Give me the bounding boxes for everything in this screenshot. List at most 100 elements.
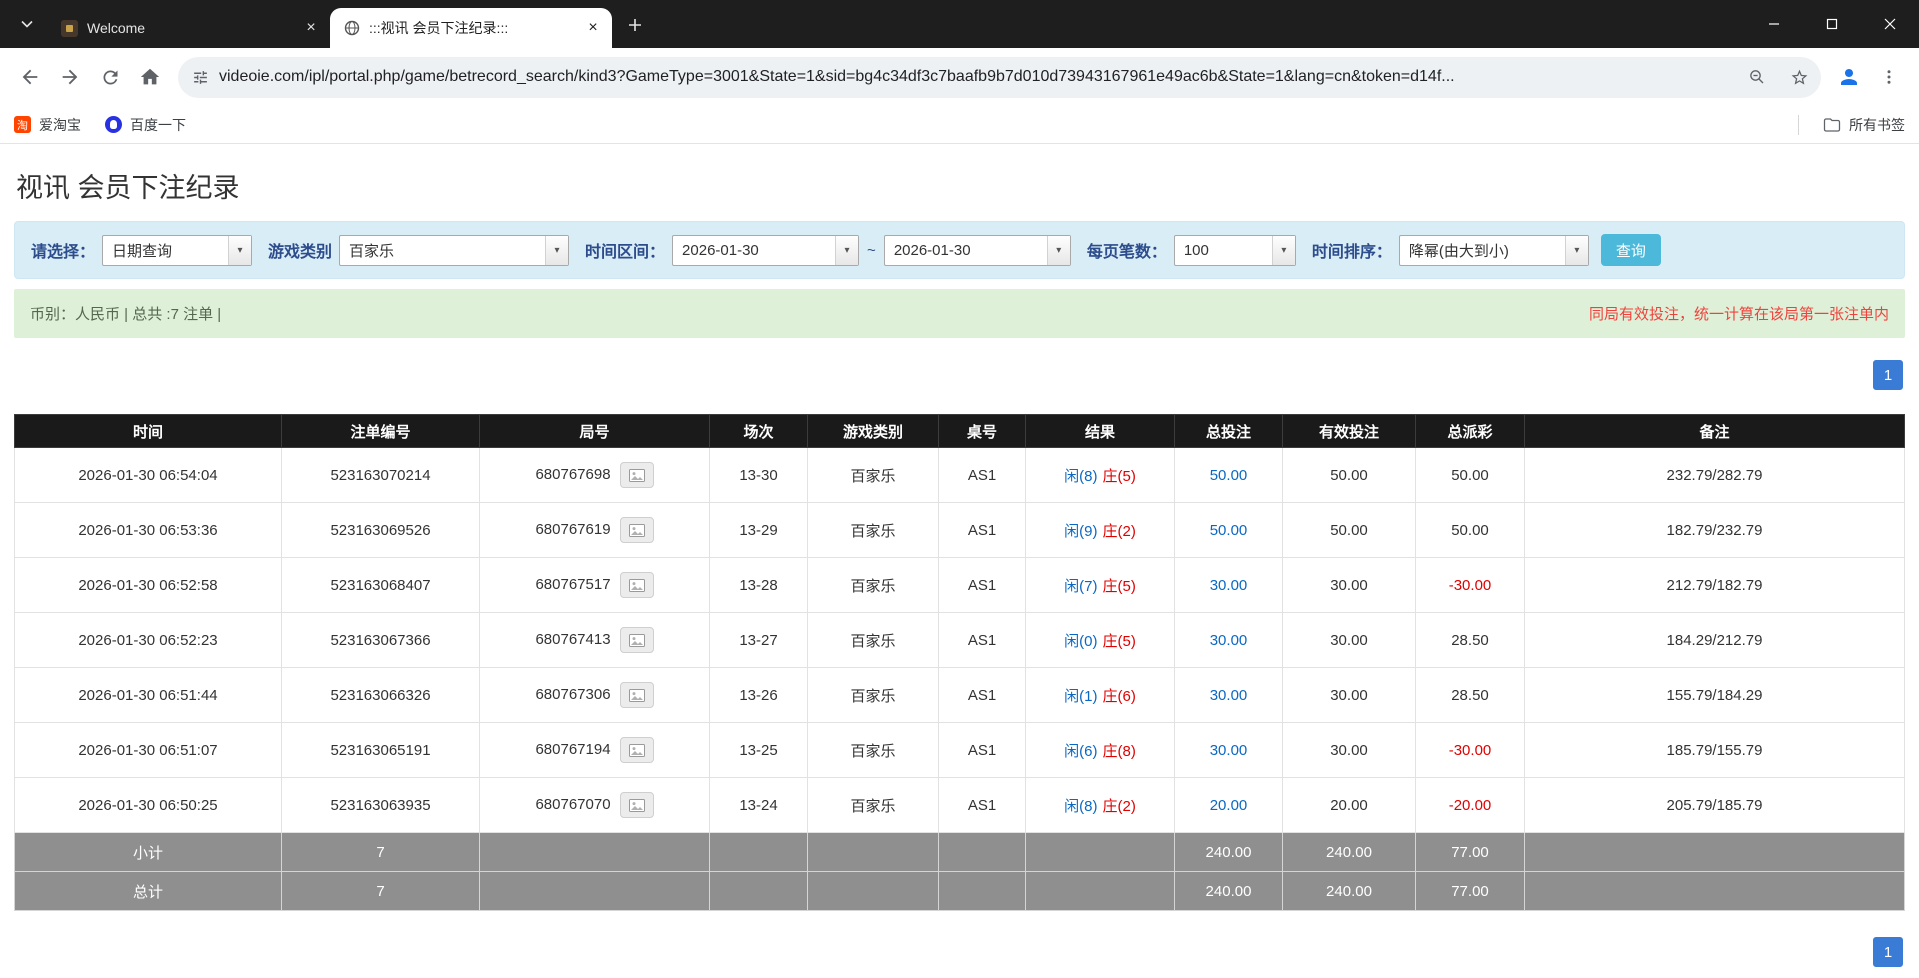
cell-result: 闲(9)庄(2) bbox=[1026, 503, 1175, 558]
roadmap-button[interactable] bbox=[620, 572, 654, 598]
subtotal-payout: 77.00 bbox=[1416, 833, 1525, 872]
page-size-label: 每页笔数： bbox=[1087, 238, 1167, 262]
tab-title: :::视讯 会员下注纪录::: bbox=[369, 18, 575, 38]
bookmark-star-button[interactable] bbox=[1783, 61, 1815, 93]
page-1-button[interactable]: 1 bbox=[1873, 360, 1903, 390]
browser-tab-betrecord[interactable]: :::视讯 会员下注纪录::: × bbox=[330, 8, 612, 48]
window-controls bbox=[1745, 0, 1919, 48]
cell-result: 闲(8)庄(5) bbox=[1026, 448, 1175, 503]
close-button[interactable] bbox=[1861, 0, 1919, 48]
cell-total-bet[interactable]: 30.00 bbox=[1175, 668, 1283, 723]
back-button[interactable] bbox=[10, 57, 50, 97]
bet-table-body: 2026-01-30 06:54:04 523163070214 6807676… bbox=[15, 448, 1905, 833]
cell-game-type: 百家乐 bbox=[808, 613, 939, 668]
cell-total-bet[interactable]: 30.00 bbox=[1175, 558, 1283, 613]
cell-session: 13-24 bbox=[710, 778, 808, 833]
baidu-icon bbox=[105, 116, 122, 133]
cell-payout: -30.00 bbox=[1416, 723, 1525, 778]
refresh-icon bbox=[100, 67, 121, 88]
cell-valid-bet: 30.00 bbox=[1283, 558, 1416, 613]
site-info-icon[interactable] bbox=[192, 69, 209, 86]
forward-icon bbox=[59, 66, 81, 88]
cell-total-bet[interactable]: 20.00 bbox=[1175, 778, 1283, 833]
page-title: 视讯 会员下注纪录 bbox=[16, 166, 1903, 205]
page-content: 视讯 会员下注纪录 请选择： 日期查询 ▾ 游戏类别 百家乐 ▾ 时间区间： 2… bbox=[0, 166, 1919, 967]
cell-time: 2026-01-30 06:53:36 bbox=[15, 503, 282, 558]
cell-round-id: 680767070 bbox=[480, 778, 710, 833]
roadmap-button[interactable] bbox=[620, 627, 654, 653]
page-size-select[interactable]: 100 ▾ bbox=[1174, 235, 1296, 266]
result-player: 闲(0) bbox=[1064, 633, 1097, 650]
cell-time: 2026-01-30 06:51:44 bbox=[15, 668, 282, 723]
cell-bet-id: 523163070214 bbox=[282, 448, 480, 503]
roadmap-button[interactable] bbox=[620, 792, 654, 818]
cell-game-type: 百家乐 bbox=[808, 448, 939, 503]
cell-table-no: AS1 bbox=[939, 448, 1026, 503]
filter-bar: 请选择： 日期查询 ▾ 游戏类别 百家乐 ▾ 时间区间： 2026-01-30 … bbox=[14, 221, 1905, 279]
round-id-text: 680767698 bbox=[535, 466, 610, 483]
cell-result: 闲(1)庄(6) bbox=[1026, 668, 1175, 723]
cell-total-bet[interactable]: 30.00 bbox=[1175, 613, 1283, 668]
roadmap-button[interactable] bbox=[620, 517, 654, 543]
table-row: 2026-01-30 06:52:23 523163067366 6807674… bbox=[15, 613, 1905, 668]
profile-avatar-icon bbox=[1837, 65, 1861, 89]
game-type-select[interactable]: 百家乐 ▾ bbox=[339, 235, 569, 266]
roadmap-button[interactable] bbox=[620, 682, 654, 708]
menu-button[interactable] bbox=[1869, 57, 1909, 97]
dropdown-caret-icon: ▾ bbox=[835, 236, 858, 265]
cell-note: 212.79/182.79 bbox=[1525, 558, 1905, 613]
bookmark-aitaobao[interactable]: 淘 爱淘宝 bbox=[14, 115, 81, 135]
cell-bet-id: 523163067366 bbox=[282, 613, 480, 668]
forward-button[interactable] bbox=[50, 57, 90, 97]
refresh-button[interactable] bbox=[90, 57, 130, 97]
url-bar[interactable]: videoie.com/ipl/portal.php/game/betrecor… bbox=[178, 57, 1821, 98]
sort-order-select[interactable]: 降幂(由大到小) ▾ bbox=[1399, 235, 1589, 266]
roadmap-button[interactable] bbox=[620, 462, 654, 488]
subtotal-label: 小计 bbox=[15, 833, 282, 872]
date-from-select[interactable]: 2026-01-30 ▾ bbox=[672, 235, 859, 266]
cell-round-id: 680767698 bbox=[480, 448, 710, 503]
cell-note: 182.79/232.79 bbox=[1525, 503, 1905, 558]
back-icon bbox=[19, 66, 41, 88]
cell-total-bet[interactable]: 30.00 bbox=[1175, 723, 1283, 778]
cell-payout: 28.50 bbox=[1416, 668, 1525, 723]
cell-result: 闲(8)庄(2) bbox=[1026, 778, 1175, 833]
url-text[interactable]: videoie.com/ipl/portal.php/game/betrecor… bbox=[219, 68, 1731, 86]
header-round-id: 局号 bbox=[480, 415, 710, 448]
profile-button[interactable] bbox=[1829, 57, 1869, 97]
result-banker: 庄(2) bbox=[1103, 798, 1136, 815]
zoom-indicator-button[interactable] bbox=[1741, 61, 1773, 93]
minimize-button[interactable] bbox=[1745, 0, 1803, 48]
round-id-text: 680767194 bbox=[535, 741, 610, 758]
cell-payout: 28.50 bbox=[1416, 613, 1525, 668]
cell-result: 闲(6)庄(8) bbox=[1026, 723, 1175, 778]
page-1-button[interactable]: 1 bbox=[1873, 937, 1903, 967]
tab-close-icon[interactable]: × bbox=[302, 19, 320, 37]
cell-total-bet[interactable]: 50.00 bbox=[1175, 448, 1283, 503]
tab-close-icon[interactable]: × bbox=[584, 19, 602, 37]
cell-total-bet[interactable]: 50.00 bbox=[1175, 503, 1283, 558]
cell-valid-bet: 20.00 bbox=[1283, 778, 1416, 833]
maximize-button[interactable] bbox=[1803, 0, 1861, 48]
total-count: 7 bbox=[282, 872, 480, 911]
result-player: 闲(8) bbox=[1064, 468, 1097, 485]
globe-favicon-icon bbox=[343, 20, 360, 37]
cell-note: 155.79/184.29 bbox=[1525, 668, 1905, 723]
query-mode-select[interactable]: 日期查询 ▾ bbox=[102, 235, 252, 266]
new-tab-button[interactable] bbox=[618, 8, 652, 42]
home-button[interactable] bbox=[130, 57, 170, 97]
cell-valid-bet: 30.00 bbox=[1283, 723, 1416, 778]
all-bookmarks-button[interactable]: 所有书签 bbox=[1823, 115, 1905, 135]
search-button[interactable]: 查询 bbox=[1601, 234, 1661, 266]
bookmark-baidu[interactable]: 百度一下 bbox=[105, 115, 186, 135]
kebab-menu-icon bbox=[1880, 68, 1898, 86]
cell-table-no: AS1 bbox=[939, 613, 1026, 668]
total-payout: 77.00 bbox=[1416, 872, 1525, 911]
tab-search-button[interactable] bbox=[10, 7, 44, 41]
roadmap-button[interactable] bbox=[620, 737, 654, 763]
browser-tab-welcome[interactable]: Welcome × bbox=[48, 8, 330, 48]
close-icon bbox=[1884, 18, 1896, 30]
browser-titlebar: Welcome × :::视讯 会员下注纪录::: × bbox=[0, 0, 1919, 48]
subtotal-valid-bet: 240.00 bbox=[1283, 833, 1416, 872]
date-to-select[interactable]: 2026-01-30 ▾ bbox=[884, 235, 1071, 266]
